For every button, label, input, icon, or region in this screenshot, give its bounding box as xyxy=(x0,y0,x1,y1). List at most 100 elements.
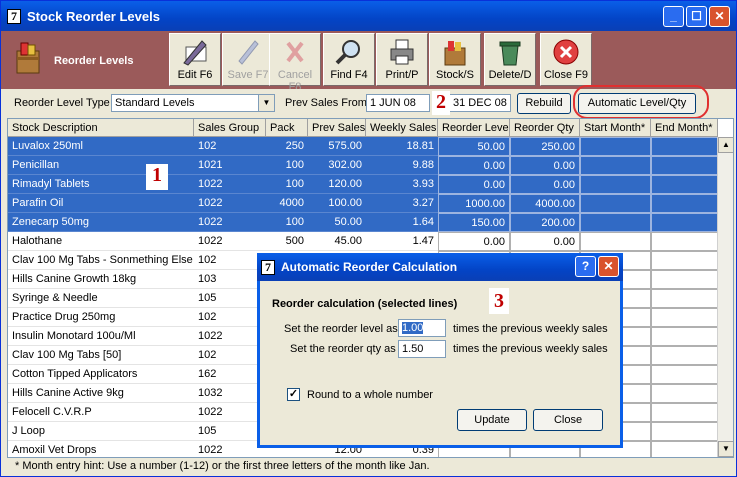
table-row[interactable]: Rimadyl Tablets 1022 100 120.00 3.93 0.00 0.00 xyxy=(8,175,718,194)
cell-reorder-level[interactable]: 0.00 xyxy=(438,156,510,175)
cell-end-month[interactable] xyxy=(651,403,718,422)
cell-end-month[interactable] xyxy=(651,232,718,251)
minimize-button[interactable]: _ xyxy=(663,6,684,27)
cell-reorder-qty[interactable]: 0.00 xyxy=(510,175,580,194)
cell-reorder-level[interactable]: 50.00 xyxy=(438,137,510,156)
cell-reorder-level[interactable]: 1000.00 xyxy=(438,194,510,213)
cell-start-month[interactable] xyxy=(580,232,651,251)
cell-reorder-qty[interactable]: 250.00 xyxy=(510,137,580,156)
cancel-button[interactable]: Cancel F8 xyxy=(269,33,321,93)
edit-label: Edit F6 xyxy=(177,69,213,81)
col-sales-group[interactable]: Sales Group xyxy=(194,119,266,137)
to-date-input[interactable]: 31 DEC 08 xyxy=(449,94,511,112)
reorder-type-value: Standard Levels xyxy=(115,97,195,109)
dialog-app-icon: 7 xyxy=(261,259,275,275)
cancel-icon xyxy=(280,37,310,67)
reorder-type-select[interactable]: Standard Levels ▼ xyxy=(111,94,275,112)
close-button[interactable]: Close F9 xyxy=(540,33,592,86)
round-checkbox[interactable]: ✓ xyxy=(287,388,300,401)
col-start-month[interactable]: Start Month* xyxy=(580,119,651,137)
cell-start-month[interactable] xyxy=(580,137,651,156)
rebuild-button[interactable]: Rebuild xyxy=(517,93,571,114)
title-bar[interactable]: 7 Stock Reorder Levels _ ☐ ✕ xyxy=(1,1,736,31)
cell-start-month[interactable] xyxy=(580,156,651,175)
cell-description: Parafin Oil xyxy=(8,194,194,213)
table-row[interactable]: Luvalox 250ml 102 250 575.00 18.81 50.00 250.0… xyxy=(8,137,718,156)
cell-reorder-qty[interactable]: 0.00 xyxy=(510,156,580,175)
col-pack[interactable]: Pack xyxy=(266,119,308,137)
toolbar: Reorder Levels Edit F6 Save F7 Cancel F8… xyxy=(1,31,736,93)
print-label: Print/P xyxy=(385,69,419,81)
cell-end-month[interactable] xyxy=(651,365,718,384)
window-close-button[interactable]: ✕ xyxy=(709,6,730,27)
cell-end-month[interactable] xyxy=(651,270,718,289)
cell-reorder-level[interactable]: 0.00 xyxy=(438,232,510,251)
maximize-button[interactable]: ☐ xyxy=(686,6,707,27)
col-prev-sales[interactable]: Prev Sales xyxy=(308,119,366,137)
cell-reorder-qty[interactable]: 0.00 xyxy=(510,232,580,251)
col-reorder-qty[interactable]: Reorder Qty xyxy=(510,119,580,137)
update-button[interactable]: Update xyxy=(457,409,527,431)
cell-reorder-qty[interactable]: 200.00 xyxy=(510,213,580,232)
table-row[interactable]: Zenecarp 50mg 1022 100 50.00 1.64 150.00 200.0… xyxy=(8,213,718,232)
from-date-input[interactable]: 1 JUN 08 xyxy=(366,94,430,112)
cell-end-month[interactable] xyxy=(651,289,718,308)
cell-end-month[interactable] xyxy=(651,346,718,365)
col-end-month[interactable]: End Month* xyxy=(651,119,718,137)
edit-button[interactable]: Edit F6 xyxy=(169,33,221,86)
cell-end-month[interactable] xyxy=(651,156,718,175)
qty-multiplier-input[interactable]: 1.50 xyxy=(398,340,446,358)
cell-end-month[interactable] xyxy=(651,308,718,327)
cell-weekly-sales: 1.47 xyxy=(366,232,438,251)
close-label: Close F9 xyxy=(543,69,589,81)
cell-description: Luvalox 250ml xyxy=(8,137,194,156)
print-button[interactable]: Print/P xyxy=(376,33,428,86)
cell-end-month[interactable] xyxy=(651,441,718,457)
cell-description: Hills Canine Growth 18kg xyxy=(8,270,194,289)
cell-reorder-level[interactable]: 150.00 xyxy=(438,213,510,232)
scroll-down-icon[interactable]: ▼ xyxy=(718,441,733,457)
cell-end-month[interactable] xyxy=(651,384,718,403)
dialog-title-bar[interactable]: 7 Automatic Reorder Calculation ? ✕ xyxy=(257,253,623,281)
table-row[interactable]: Halothane 1022 500 45.00 1.47 0.00 0.00 xyxy=(8,232,718,251)
dialog-close-button[interactable]: Close xyxy=(533,409,603,431)
cell-reorder-level[interactable]: 0.00 xyxy=(438,175,510,194)
cell-start-month[interactable] xyxy=(580,194,651,213)
cell-end-month[interactable] xyxy=(651,422,718,441)
dialog-close-icon[interactable]: ✕ xyxy=(598,256,619,277)
cell-weekly-sales: 3.27 xyxy=(366,194,438,213)
cell-end-month[interactable] xyxy=(651,213,718,232)
scroll-up-icon[interactable]: ▲ xyxy=(718,137,733,153)
cell-description: Felocell C.V.R.P xyxy=(8,403,194,422)
cell-sales-group: 102 xyxy=(194,251,266,270)
cell-end-month[interactable] xyxy=(651,194,718,213)
cell-end-month[interactable] xyxy=(651,251,718,270)
table-row[interactable]: Penicillan 1021 100 302.00 9.88 0.00 0.00 xyxy=(8,156,718,175)
col-stock-description[interactable]: Stock Description xyxy=(8,119,194,137)
app-icon: 7 xyxy=(7,8,21,24)
window-title: Stock Reorder Levels xyxy=(27,8,160,24)
cell-end-month[interactable] xyxy=(651,175,718,194)
cell-description: Syringe & Needle xyxy=(8,289,194,308)
table-row[interactable]: Parafin Oil 1022 4000 100.00 3.27 1000.00 4000… xyxy=(8,194,718,213)
cell-end-month[interactable] xyxy=(651,327,718,346)
find-button[interactable]: Find F4 xyxy=(323,33,375,86)
save-button[interactable]: Save F7 xyxy=(222,33,274,86)
cell-start-month[interactable] xyxy=(580,175,651,194)
month-hint: * Month entry hint: Use a number (1-12) … xyxy=(15,460,430,472)
stock-button[interactable]: Stock/S xyxy=(429,33,481,86)
col-reorder-level[interactable]: Reorder Level xyxy=(438,119,510,137)
save-label: Save F7 xyxy=(227,69,269,81)
delete-label: Delete/D xyxy=(488,69,532,81)
help-icon[interactable]: ? xyxy=(575,256,596,277)
cell-start-month[interactable] xyxy=(580,213,651,232)
level-multiplier-input[interactable]: 1.00 xyxy=(398,319,446,337)
cell-reorder-qty[interactable]: 4000.00 xyxy=(510,194,580,213)
delete-button[interactable]: Delete/D xyxy=(484,33,536,86)
cell-prev-sales: 302.00 xyxy=(308,156,366,175)
chevron-down-icon[interactable]: ▼ xyxy=(258,95,274,111)
marker-3: 3 xyxy=(489,288,509,314)
cell-end-month[interactable] xyxy=(651,137,718,156)
vertical-scrollbar[interactable]: ▲ ▼ xyxy=(717,137,733,457)
col-weekly-sales[interactable]: Weekly Sales xyxy=(366,119,438,137)
